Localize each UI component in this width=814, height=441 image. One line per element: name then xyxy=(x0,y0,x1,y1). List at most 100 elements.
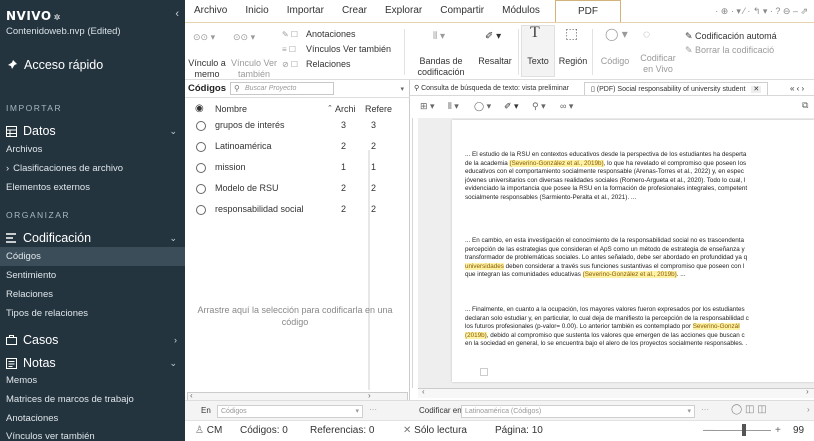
scroll-left-icon[interactable]: ‹ xyxy=(190,391,193,400)
col-archivos[interactable]: Archi xyxy=(335,104,356,114)
code-row[interactable]: responsabilidad social 2 2 xyxy=(185,202,410,218)
sidebar-item-codigos[interactable]: Códigos xyxy=(0,247,185,266)
tab-scroll-icon[interactable]: « ‹ › xyxy=(790,82,804,95)
code-selection-icons[interactable]: ◯ ◫ ◫ xyxy=(731,404,767,415)
bands-icon[interactable]: ⫴ ▾ xyxy=(448,101,459,112)
zoom-slider-thumb[interactable] xyxy=(742,424,746,436)
sidebar-item-sentimiento[interactable]: Sentimiento xyxy=(0,266,185,285)
highlight-icon[interactable]: ✐ ▾ xyxy=(504,101,519,112)
texto-button[interactable]: Texto xyxy=(523,56,553,67)
tab-inicio[interactable]: Inicio xyxy=(236,0,277,22)
quick-access-toolbar[interactable]: · ⊕ · ▾ ⁄ · ↰ ▾ · ? ⊖ – ⇗ xyxy=(715,6,814,17)
borrar-label: Borrar la codificació xyxy=(695,45,775,55)
tab-compartir[interactable]: Compartir xyxy=(431,0,493,22)
close-tab-icon[interactable]: ✕ xyxy=(751,86,762,93)
close-icon[interactable]: › xyxy=(807,405,810,414)
code-row[interactable]: mission 1 1 xyxy=(185,160,410,176)
highlighted-citation[interactable]: (Severino-González et al., 2019b) xyxy=(582,271,677,279)
link-icon[interactable]: ∞ ▾ xyxy=(560,101,573,112)
tab-archivo[interactable]: Archivo xyxy=(185,0,236,22)
scroll-right-icon[interactable]: › xyxy=(368,391,371,400)
text-segment: los futuros profesionales (p-valor= 0.00… xyxy=(465,323,693,331)
code-row[interactable]: Latinoamérica 2 2 xyxy=(185,139,410,155)
codificacion-label: Codificación xyxy=(23,231,92,245)
detach-icon[interactable]: ⧉ xyxy=(802,100,808,111)
sidebar-item-tipos-relaciones[interactable]: Tipos de relaciones xyxy=(0,304,185,323)
vinculo-ver-button[interactable]: Vínculo Ver también xyxy=(229,58,279,80)
more-icon[interactable]: ⋯ xyxy=(369,405,377,414)
sidebar-item-vinculos[interactable]: Vínculos ver también xyxy=(0,427,185,441)
highlighted-citation[interactable]: (2019b) xyxy=(465,331,487,339)
search-input[interactable]: ⚲ Buscar Proyecto xyxy=(230,82,334,95)
chevron-right-icon: › xyxy=(174,335,177,345)
codificacion-automatica-button[interactable]: ✎ Codificación automá xyxy=(685,31,777,42)
group-notas[interactable]: Notas ⌄ xyxy=(6,356,177,370)
text-segment: ... Finalmente, en cuanto a la ocupación… xyxy=(465,306,745,313)
code-radio-icon[interactable] xyxy=(196,184,206,194)
codificar-en-combo[interactable]: Latinoamérica (Códigos) ▾ xyxy=(461,405,695,418)
zoom-slider-track[interactable] xyxy=(711,430,771,431)
quick-access[interactable]: Acceso rápido xyxy=(6,58,103,72)
relaciones-checkbox[interactable]: Relaciones xyxy=(306,59,351,70)
text-segment: socialmente responsables (Sarmiento-Pera… xyxy=(465,193,637,201)
zoom-in-icon[interactable]: + xyxy=(775,425,781,436)
resaltar-button[interactable]: Resaltar xyxy=(475,56,515,67)
code-radio-icon[interactable] xyxy=(196,121,206,131)
highlighted-citation[interactable]: universidades xyxy=(465,262,504,270)
sort-icon: ⌃ xyxy=(327,105,333,112)
document-paragraph[interactable]: ... Finalmente, en cuanto a la ocupación… xyxy=(465,306,814,349)
sidebar-item-anotaciones[interactable]: Anotaciones xyxy=(0,409,185,428)
code-radio-icon[interactable] xyxy=(196,142,206,152)
sidebar-item-matrices[interactable]: Matrices de marcos de trabajo xyxy=(0,390,185,409)
scroll-left-icon[interactable]: ‹ xyxy=(422,387,425,396)
scroll-right-icon[interactable]: › xyxy=(806,387,809,396)
zoom-icon[interactable]: ⚲ ▾ xyxy=(532,101,546,112)
anotaciones-checkbox[interactable]: Anotaciones xyxy=(306,29,356,40)
document-horizontal-scrollbar[interactable]: ‹ › xyxy=(418,387,814,398)
group-casos[interactable]: Casos › xyxy=(6,333,177,347)
more-icon[interactable]: ⋯ xyxy=(701,405,709,414)
code-refs: 3 xyxy=(371,120,377,130)
code-radio-icon[interactable] xyxy=(196,205,206,215)
sidebar-item-elementos-externos[interactable]: Elementos externos xyxy=(0,178,185,197)
group-datos[interactable]: Datos ⌄ xyxy=(6,124,177,138)
document-paragraph[interactable]: ... En cambio, en esta investigación el … xyxy=(465,237,814,280)
borrar-codificacion-button[interactable]: ✎ Borrar la codificació xyxy=(685,45,774,56)
tab-search-preview[interactable]: ⚲ Consulta de búsqueda de texto: vista p… xyxy=(414,82,569,95)
codificar-vivo-button[interactable]: Codificar en Vivo xyxy=(635,53,681,75)
tab-crear[interactable]: Crear xyxy=(333,0,376,22)
bandas-button[interactable]: Bandas de codificación xyxy=(411,56,471,78)
tab-explorar[interactable]: Explorar xyxy=(376,0,431,22)
en-combo[interactable]: Códigos ▾ xyxy=(217,405,363,418)
tab-pdf-document[interactable]: ▯ (PDF) Social responsability of univers… xyxy=(584,82,769,95)
sidebar-item-clasificaciones[interactable]: › Clasificaciones de archivo xyxy=(0,159,185,178)
drop-zone[interactable]: Arrastre aquí la selección para codifica… xyxy=(195,304,395,328)
dropdown-icon[interactable]: ▾ xyxy=(400,85,404,93)
code-row[interactable]: Modelo de RSU 2 2 xyxy=(185,181,410,197)
collapse-sidebar-icon[interactable]: ‹ xyxy=(175,8,179,20)
region-button[interactable]: Región xyxy=(557,56,589,67)
highlighted-citation[interactable]: Severino-Gonzál xyxy=(692,323,740,331)
tab-importar[interactable]: Importar xyxy=(278,0,333,22)
highlighted-citation[interactable]: (Severino-González et al., 2019b) xyxy=(509,159,604,167)
col-referencias[interactable]: Refere xyxy=(365,104,392,114)
view-icon[interactable]: ⊞ ▾ xyxy=(420,101,435,112)
chevron-down-icon: ▾ xyxy=(687,408,691,415)
tab-modulos[interactable]: Módulos xyxy=(493,0,549,22)
tab-pdf[interactable]: PDF xyxy=(554,0,621,22)
vinculos-ver-checkbox[interactable]: Vínculos Ver también xyxy=(306,44,391,55)
separator xyxy=(518,29,519,75)
code-radio-icon[interactable] xyxy=(196,163,206,173)
code-refs: 1 xyxy=(371,162,377,172)
code-row[interactable]: grupos de interés 3 3 xyxy=(185,118,410,134)
sidebar-item-relaciones[interactable]: Relaciones xyxy=(0,285,185,304)
vinculo-memo-button[interactable]: Vínculo a memo xyxy=(187,58,227,80)
document-toolbar: ⊞ ▾ ⫴ ▾ ◯ ▾ ✐ ▾ ⚲ ▾ ∞ ▾ ⧉ xyxy=(410,96,814,118)
sidebar-item-memos[interactable]: Memos xyxy=(0,371,185,390)
sidebar-item-archivos[interactable]: Archivos xyxy=(0,140,185,159)
group-codificacion[interactable]: Codificación ⌄ xyxy=(6,231,177,245)
document-paragraph[interactable]: ... El estudio de la RSU en contextos ed… xyxy=(465,151,814,203)
code-icon[interactable]: ◯ ▾ xyxy=(474,101,491,112)
col-nombre[interactable]: Nombre xyxy=(215,104,247,114)
codigo-button[interactable]: Código xyxy=(595,56,635,67)
